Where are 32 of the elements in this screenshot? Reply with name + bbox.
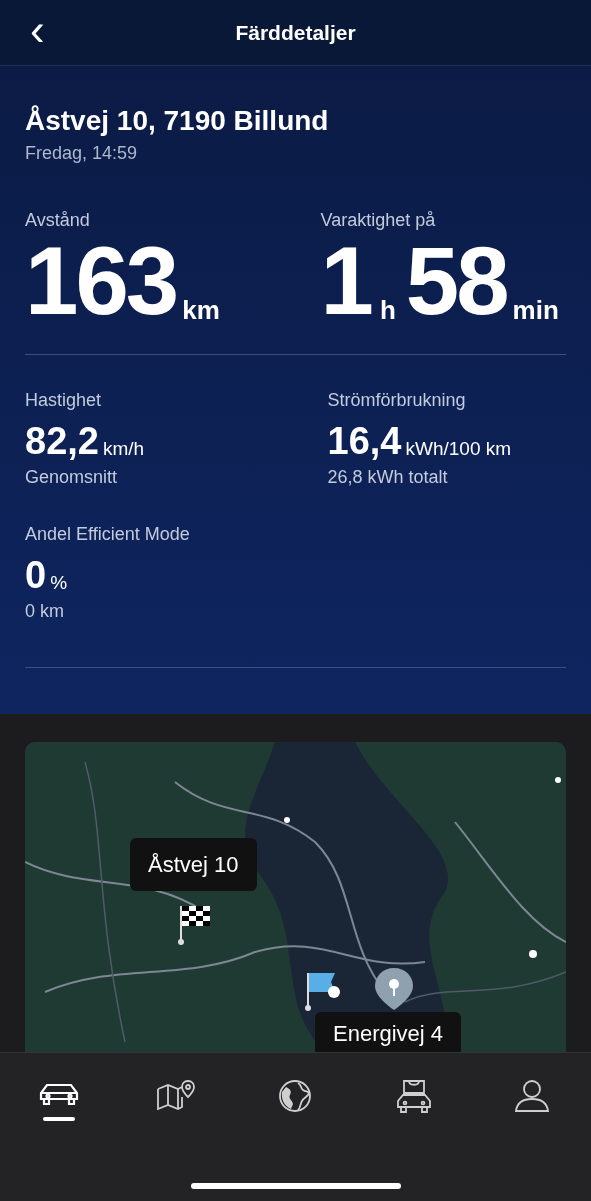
- hours-unit: h: [379, 296, 396, 324]
- duration-hours: 1: [320, 238, 374, 324]
- distance-unit: km: [182, 296, 220, 324]
- stat-value: 0: [25, 556, 47, 594]
- trip-time: Fredag, 14:59: [25, 142, 139, 165]
- stat-value: 16,4: [327, 422, 402, 460]
- stat-unit: %: [50, 572, 68, 594]
- stat-value: 82,2: [25, 422, 99, 460]
- flag-icon: [303, 970, 343, 1012]
- back-button[interactable]: ‹: [30, 10, 45, 50]
- map-pin-icon: [373, 966, 415, 1012]
- stat-label: Hastighet: [25, 389, 103, 412]
- stat-detail: 0 km: [25, 600, 65, 623]
- distance-value: 163: [25, 238, 177, 324]
- globe-icon: [278, 1079, 313, 1113]
- selected-indicator: [43, 1117, 76, 1121]
- map[interactable]: Åstvej 10 Energivej 4: [25, 742, 566, 1052]
- end-callout: Energivej 4: [315, 1012, 462, 1052]
- stat-detail: Genomsnitt: [25, 466, 119, 489]
- start-callout: Åstvej 10: [130, 838, 257, 891]
- duration-minutes: 58: [405, 238, 507, 324]
- stat-detail: 26,8 kWh totalt: [327, 466, 449, 489]
- minutes-unit: min: [512, 296, 559, 324]
- duration-label: Varaktighet på: [320, 209, 437, 232]
- distance-label: Avstånd: [25, 209, 91, 232]
- screen-title: Färddetaljer: [235, 19, 356, 46]
- profile-icon: [512, 1079, 551, 1113]
- stat-label: Andel Efficient Mode: [25, 523, 191, 546]
- stat-unit: kWh/100 km: [405, 438, 512, 460]
- stat-label: Strömförbrukning: [327, 389, 467, 412]
- trip-address: Åstvej 10, 7190 Billund: [25, 104, 330, 138]
- stat-unit: km/h: [102, 438, 145, 460]
